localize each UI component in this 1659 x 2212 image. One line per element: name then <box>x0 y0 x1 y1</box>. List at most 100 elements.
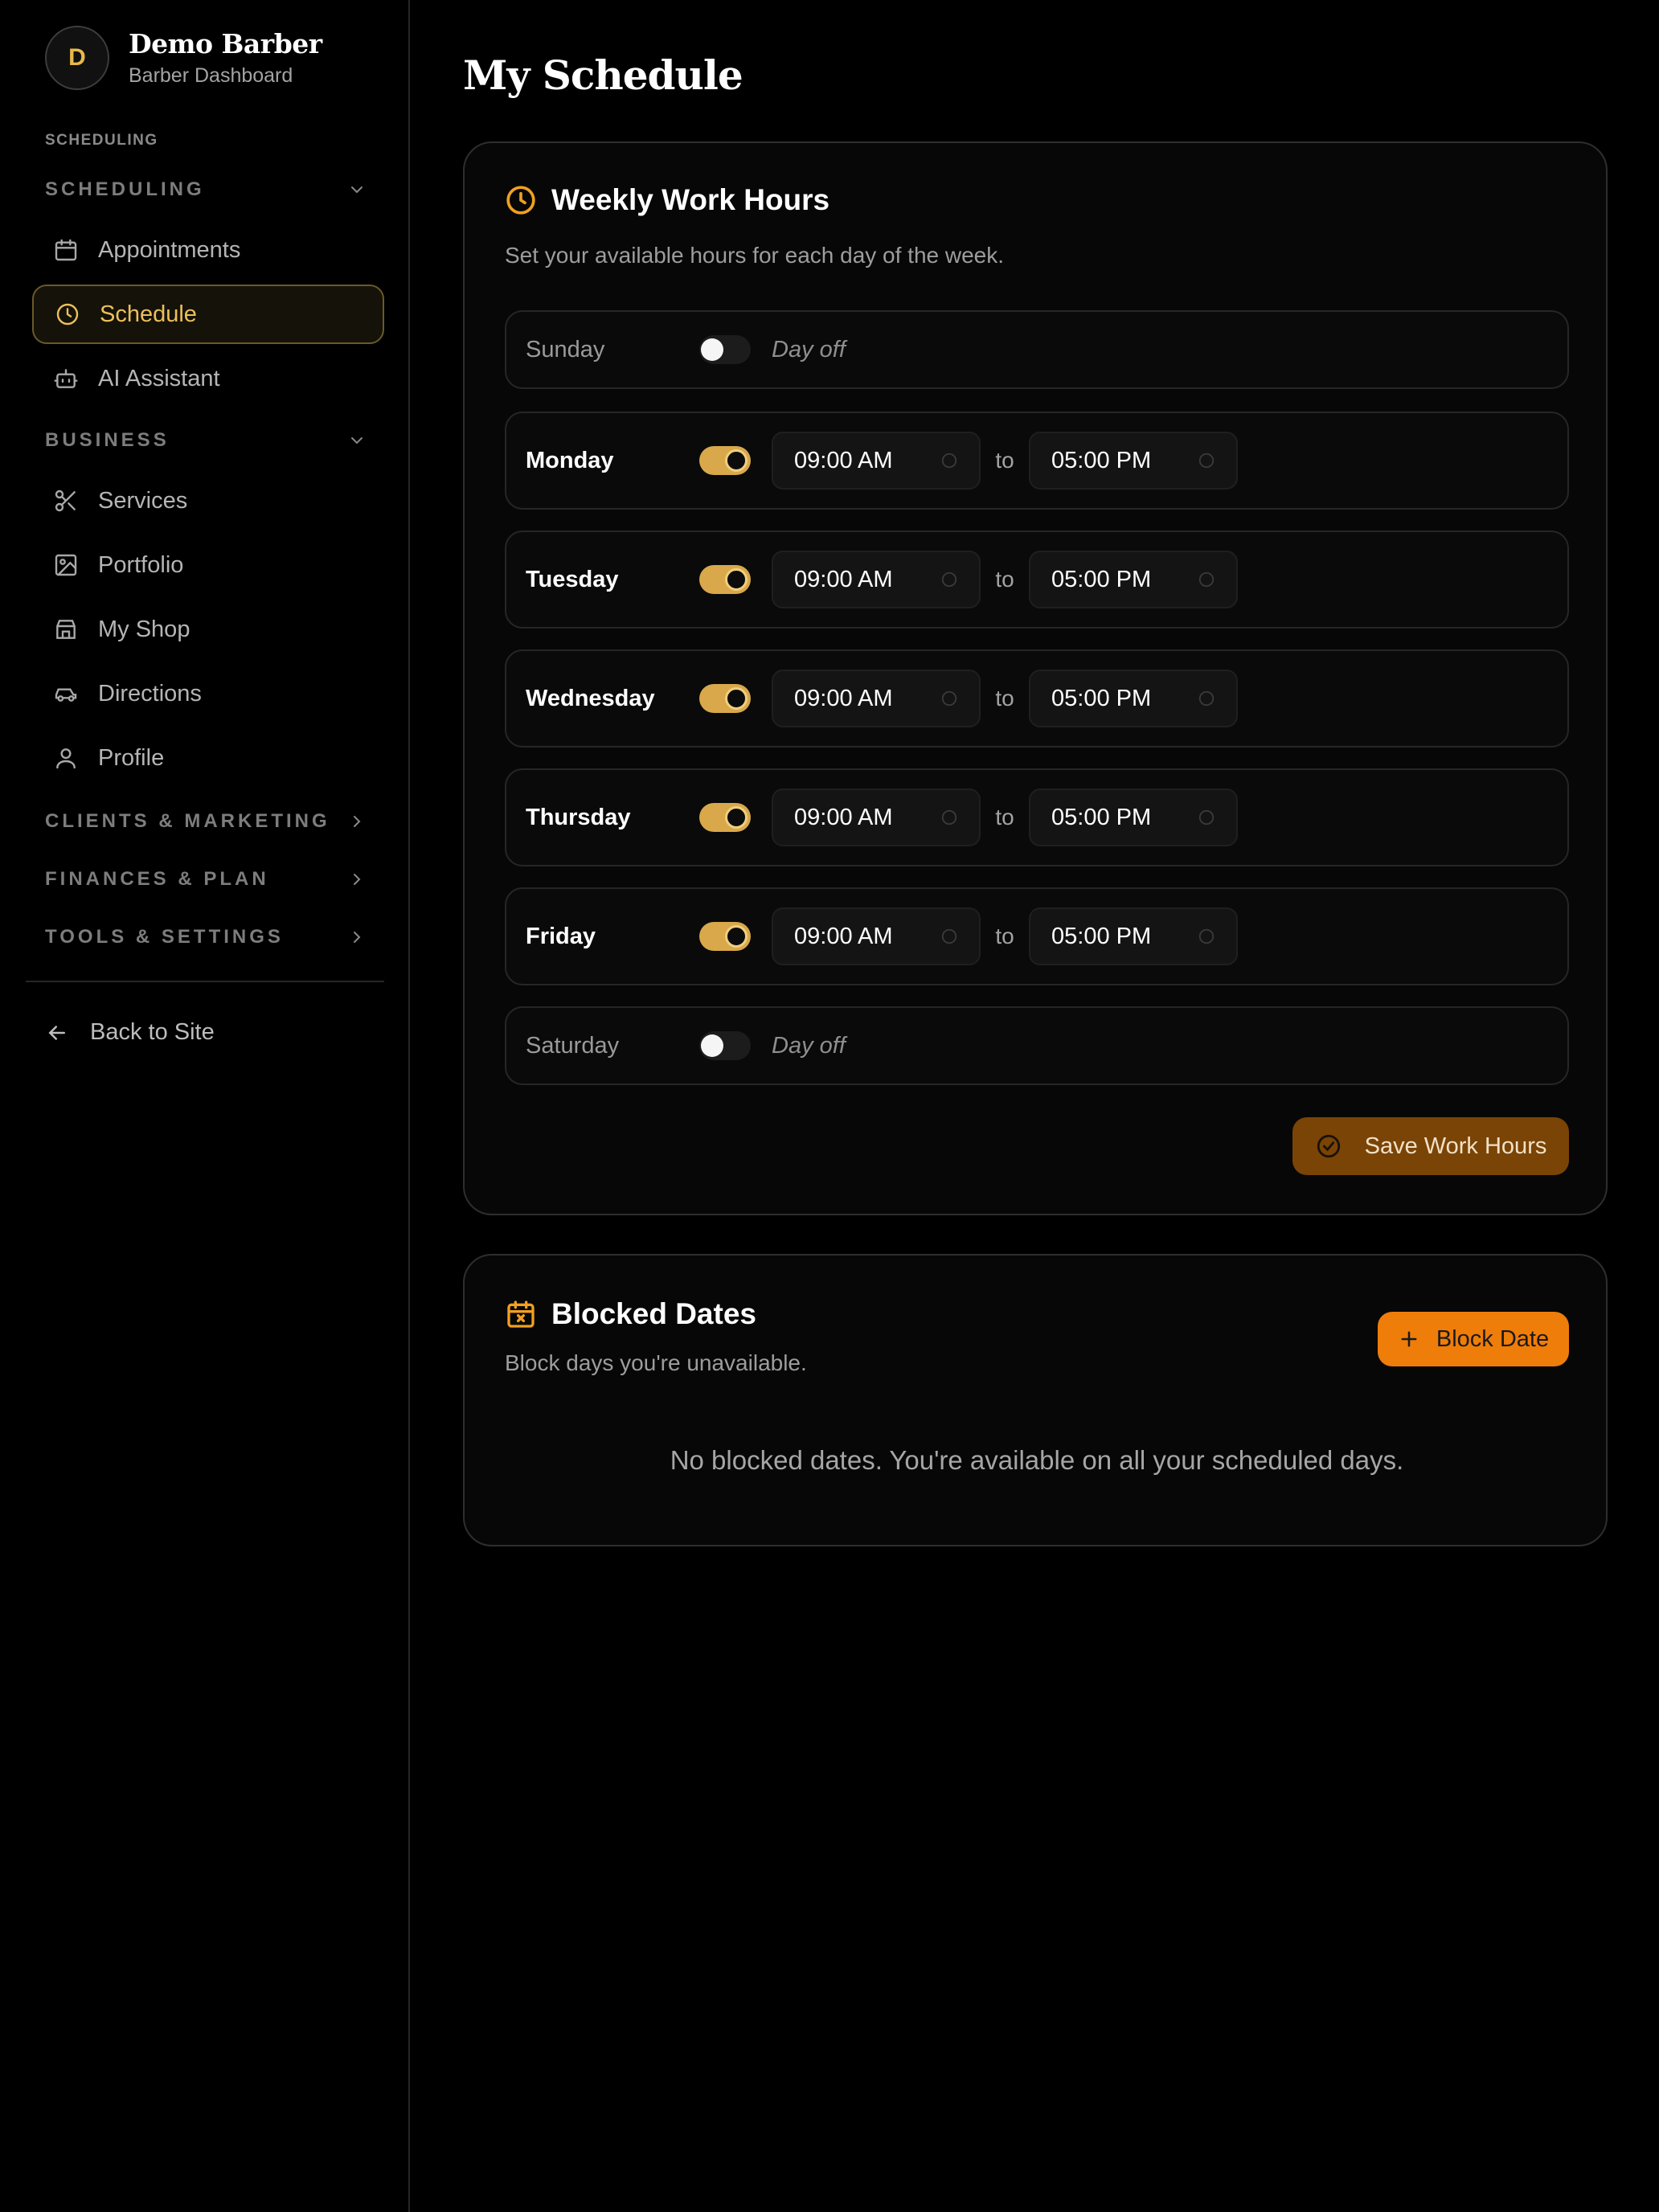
to-label: to <box>995 686 1014 711</box>
day-name: Thursday <box>526 804 631 830</box>
day-row-wednesday: Wednesday 09:00 AM to 05:00 PM <box>505 649 1569 748</box>
empty-state-message: No blocked dates. You're available on al… <box>670 1445 1404 1475</box>
start-time-value: 09:00 AM <box>794 923 893 949</box>
day-row-monday: Monday 09:00 AM to 05:00 PM <box>505 412 1569 510</box>
sidebar-item-appointments[interactable]: Appointments <box>32 220 384 280</box>
day-row-tuesday: Tuesday 09:00 AM to 05:00 PM <box>505 530 1569 629</box>
start-time-value: 09:00 AM <box>794 685 893 711</box>
sidebar-item-label: Appointments <box>98 236 241 263</box>
group-clients-marketing[interactable]: CLIENTS & MARKETING <box>45 810 367 833</box>
block-date-button[interactable]: Block Date <box>1378 1312 1569 1366</box>
toggle-knob <box>701 338 723 361</box>
sidebar-item-label: Services <box>98 487 188 514</box>
day-toggle[interactable] <box>699 446 751 475</box>
sidebar-item-my-shop[interactable]: My Shop <box>32 600 384 659</box>
bot-icon <box>54 369 78 388</box>
day-row-thursday: Thursday 09:00 AM to 05:00 PM <box>505 768 1569 866</box>
day-row-saturday: Saturday Day off <box>505 1006 1569 1085</box>
blocked-dates-title: Blocked Dates <box>505 1297 756 1331</box>
toggle-knob <box>725 568 748 591</box>
group-scheduling-label: SCHEDULING <box>45 178 205 200</box>
chevron-right-icon <box>354 816 361 827</box>
day-off-label: Day off <box>772 1032 846 1059</box>
end-time-input[interactable]: 05:00 PM <box>1029 670 1238 727</box>
calendar-icon <box>55 239 77 261</box>
save-work-hours-label: Save Work Hours <box>1364 1133 1547 1159</box>
to-label: to <box>995 805 1014 830</box>
avatar: D <box>45 26 109 90</box>
group-tools-settings-label: TOOLS & SETTINGS <box>45 926 284 948</box>
toggle-knob <box>725 687 748 710</box>
clock-icon <box>1198 571 1215 588</box>
chevron-down-icon <box>351 186 363 194</box>
sidebar-item-services[interactable]: Services <box>32 471 384 530</box>
check-circle-icon <box>1317 1134 1340 1158</box>
day-row-friday: Friday 09:00 AM to 05:00 PM <box>505 887 1569 985</box>
start-time-input[interactable]: 09:00 AM <box>772 432 981 490</box>
end-time-value: 05:00 PM <box>1051 923 1152 949</box>
end-time-input[interactable]: 05:00 PM <box>1029 907 1238 965</box>
work-hours-card: Weekly Work Hours Set your available hou… <box>463 141 1608 1215</box>
group-business[interactable]: BUSINESS <box>45 429 367 452</box>
sidebar-item-ai-assistant[interactable]: AI Assistant <box>32 349 384 408</box>
clock-icon <box>941 571 957 588</box>
sidebar-item-schedule[interactable]: Schedule <box>32 285 384 344</box>
day-toggle[interactable] <box>699 684 751 713</box>
to-label: to <box>995 924 1014 948</box>
day-name: Monday <box>526 447 614 473</box>
group-finances-plan-label: FINANCES & PLAN <box>45 868 269 890</box>
sidebar-item-portfolio[interactable]: Portfolio <box>32 535 384 595</box>
day-off-label: Day off <box>772 336 846 363</box>
clock-icon <box>1198 928 1215 944</box>
day-toggle[interactable] <box>699 1031 751 1060</box>
end-time-value: 05:00 PM <box>1051 566 1152 592</box>
end-time-input[interactable]: 05:00 PM <box>1029 551 1238 608</box>
sidebar-item-label: AI Assistant <box>98 365 220 391</box>
day-toggle[interactable] <box>699 565 751 594</box>
clock-icon <box>506 186 535 215</box>
group-finances-plan[interactable]: FINANCES & PLAN <box>45 868 367 891</box>
day-toggle[interactable] <box>699 922 751 951</box>
block-date-label: Block Date <box>1436 1325 1550 1352</box>
group-clients-marketing-label: CLIENTS & MARKETING <box>45 810 330 832</box>
end-time-input[interactable]: 05:00 PM <box>1029 432 1238 490</box>
end-time-value: 05:00 PM <box>1051 804 1152 830</box>
plus-icon <box>1401 1331 1417 1347</box>
section-tag: SCHEDULING <box>45 132 158 149</box>
start-time-input[interactable]: 09:00 AM <box>772 551 981 608</box>
start-time-value: 09:00 AM <box>794 804 893 830</box>
sidebar-divider <box>26 981 384 982</box>
arrow-left-icon <box>48 1025 65 1040</box>
day-name: Wednesday <box>526 685 655 711</box>
clock-icon <box>941 690 957 707</box>
work-hours-title-text: Weekly Work Hours <box>551 183 830 216</box>
toggle-knob <box>701 1034 723 1057</box>
end-time-value: 05:00 PM <box>1051 685 1152 711</box>
to-label: to <box>995 567 1014 592</box>
sidebar-item-label: Schedule <box>100 301 197 327</box>
start-time-input[interactable]: 09:00 AM <box>772 670 981 727</box>
car-icon <box>55 688 77 702</box>
end-time-input[interactable]: 05:00 PM <box>1029 789 1238 846</box>
clock-icon <box>1198 453 1215 469</box>
group-tools-settings[interactable]: TOOLS & SETTINGS <box>45 926 367 948</box>
save-work-hours-button[interactable]: Save Work Hours <box>1292 1117 1569 1175</box>
sidebar-item-profile[interactable]: Profile <box>32 728 384 788</box>
day-toggle[interactable] <box>699 803 751 832</box>
chevron-down-icon <box>351 437 363 444</box>
toggle-knob <box>725 806 748 829</box>
start-time-input[interactable]: 09:00 AM <box>772 789 981 846</box>
group-scheduling[interactable]: SCHEDULING <box>45 178 367 201</box>
day-toggle[interactable] <box>699 335 751 364</box>
clock-icon <box>941 453 957 469</box>
clock-icon <box>1198 809 1215 825</box>
day-name: Sunday <box>526 336 605 363</box>
sidebar-item-directions[interactable]: Directions <box>32 664 384 723</box>
back-to-site-link[interactable]: Back to Site <box>45 1019 215 1046</box>
day-name: Saturday <box>526 1032 620 1059</box>
clock-icon <box>941 928 957 944</box>
brand-name: Demo Barber <box>129 28 322 59</box>
day-name: Friday <box>526 923 596 949</box>
start-time-input[interactable]: 09:00 AM <box>772 907 981 965</box>
work-hours-subtitle: Set your available hours for each day of… <box>505 243 1005 268</box>
